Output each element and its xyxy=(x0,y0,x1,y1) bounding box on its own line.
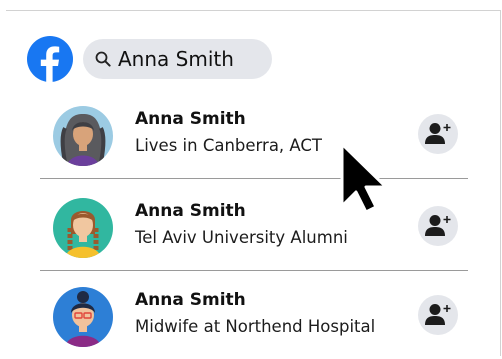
result-row[interactable]: Anna Smith Tel Aviv University Alumni xyxy=(40,184,468,271)
add-friend-button[interactable] xyxy=(418,295,458,335)
result-description: Lives in Canberra, ACT xyxy=(135,136,323,155)
search-input[interactable]: Anna Smith xyxy=(83,39,272,79)
result-row[interactable]: Anna Smith Midwife at Northend Hospital xyxy=(40,273,468,359)
result-name[interactable]: Anna Smith xyxy=(135,289,246,311)
mouse-pointer-icon xyxy=(340,142,388,214)
result-description: Tel Aviv University Alumni xyxy=(135,228,348,247)
result-name[interactable]: Anna Smith xyxy=(135,108,246,130)
add-friend-button[interactable] xyxy=(418,206,458,246)
avatar xyxy=(53,287,113,347)
add-friend-icon xyxy=(425,215,451,236)
result-name[interactable]: Anna Smith xyxy=(135,200,246,222)
add-friend-icon xyxy=(425,304,451,325)
result-description: Midwife at Northend Hospital xyxy=(135,317,376,336)
result-row[interactable]: Anna Smith Lives in Canberra, ACT xyxy=(40,92,468,179)
avatar xyxy=(53,198,113,258)
search-query: Anna Smith xyxy=(118,47,234,71)
add-friend-icon xyxy=(425,123,451,144)
add-friend-button[interactable] xyxy=(418,114,458,154)
avatar xyxy=(53,106,113,166)
facebook-logo-icon[interactable] xyxy=(27,36,73,82)
search-icon xyxy=(95,51,111,67)
